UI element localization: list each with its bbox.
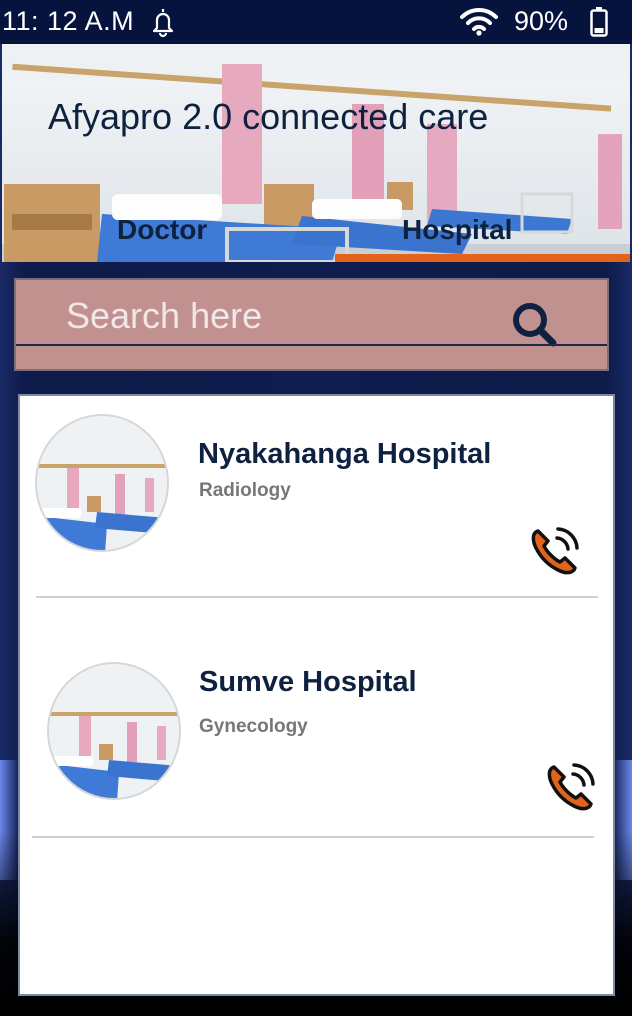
search-icon[interactable] [510,300,558,348]
search-underline [16,344,607,346]
divider [32,836,594,838]
phone-call-icon[interactable] [528,524,582,578]
hospital-department: Gynecology [199,716,308,737]
list-item[interactable]: Sumve Hospital Gynecology [20,596,613,838]
hospital-name: Sumve Hospital [199,666,417,698]
status-time: 11: 12 A.M [2,6,135,36]
battery-icon [590,7,608,37]
active-tab-indicator [335,254,630,262]
status-bar: 11: 12 A.M 90% [0,0,632,44]
hospital-department: Radiology [199,480,291,501]
hospital-list: Nyakahanga Hospital Radiology Sumve Hosp… [18,394,615,996]
tab-doctor[interactable]: Doctor [117,214,207,246]
hospital-ward-thumbnail [37,416,167,550]
hospital-ward-image [2,44,630,262]
tab-hospital[interactable]: Hospital [402,214,512,246]
search-bar [14,278,609,371]
hospital-ward-thumbnail [49,664,179,798]
header-banner: Afyapro 2.0 connected care Doctor Hospit… [2,44,630,262]
wifi-icon [460,7,498,36]
app-title: Afyapro 2.0 connected care [48,96,489,137]
search-input[interactable] [64,292,488,340]
bell-icon [152,9,174,38]
hospital-name: Nyakahanga Hospital [198,438,492,470]
hospital-avatar [47,662,181,800]
hospital-avatar [35,414,169,552]
battery-level: 90% [514,6,569,36]
phone-call-icon[interactable] [544,760,598,814]
list-item[interactable]: Nyakahanga Hospital Radiology [20,396,613,598]
